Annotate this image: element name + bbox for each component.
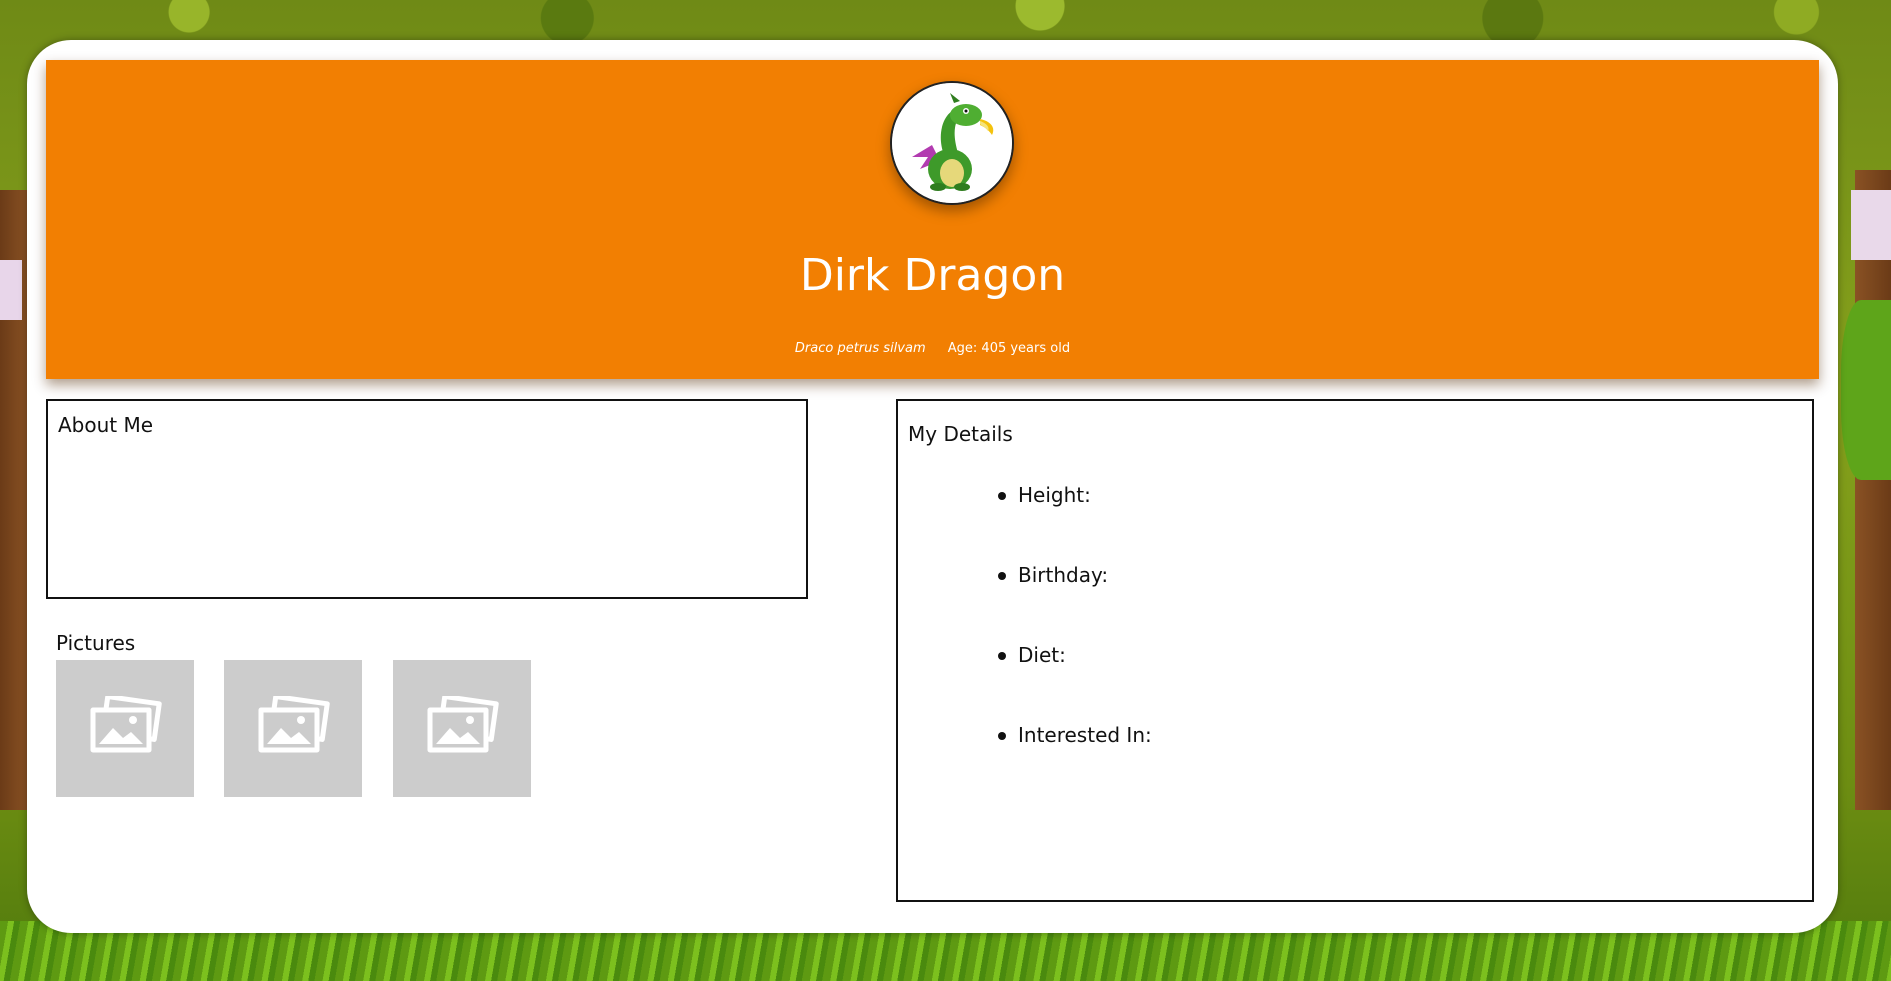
image-placeholder-icon [424,694,500,761]
detail-height: Height: [998,483,1152,563]
picture-thumbnail[interactable] [56,660,194,797]
flower-left [0,260,22,320]
picture-thumbnail[interactable] [224,660,362,797]
picture-thumbnail[interactable] [393,660,531,797]
image-placeholder-icon [255,694,331,761]
profile-subline: Draco petrus silvam Age: 405 years old [46,341,1819,356]
bullet-icon [998,732,1006,740]
dragon-avatar-icon [890,81,1014,205]
profile-banner: Dirk Dragon Draco petrus silvam Age: 405… [46,60,1819,379]
profile-name: Dirk Dragon [799,250,1066,301]
detail-label: Birthday: [1018,563,1109,587]
my-details-section: My Details Height: Birthday: Diet: Inter… [896,399,1814,902]
detail-interested-in: Interested In: [998,723,1152,803]
bullet-icon [998,572,1006,580]
detail-label: Interested In: [1018,723,1152,747]
pictures-heading: Pictures [56,631,136,655]
species-text: Draco petrus silvam [794,341,926,356]
detail-label: Height: [1018,483,1091,507]
bullet-icon [998,492,1006,500]
age-text: Age: 405 years old [947,341,1071,356]
bullet-icon [998,652,1006,660]
foliage-right [1841,300,1891,480]
about-me-heading: About Me [58,413,154,437]
about-me-section: About Me [46,399,808,599]
flower-right [1851,190,1891,260]
tree-trunk-right [1855,170,1891,810]
my-details-heading: My Details [908,422,1013,446]
detail-label: Diet: [1018,643,1066,667]
detail-diet: Diet: [998,643,1152,723]
image-placeholder-icon [87,694,163,761]
details-list: Height: Birthday: Diet: Interested In: [998,483,1152,803]
detail-birthday: Birthday: [998,563,1152,643]
profile-card: Dirk Dragon Draco petrus silvam Age: 405… [27,40,1838,933]
